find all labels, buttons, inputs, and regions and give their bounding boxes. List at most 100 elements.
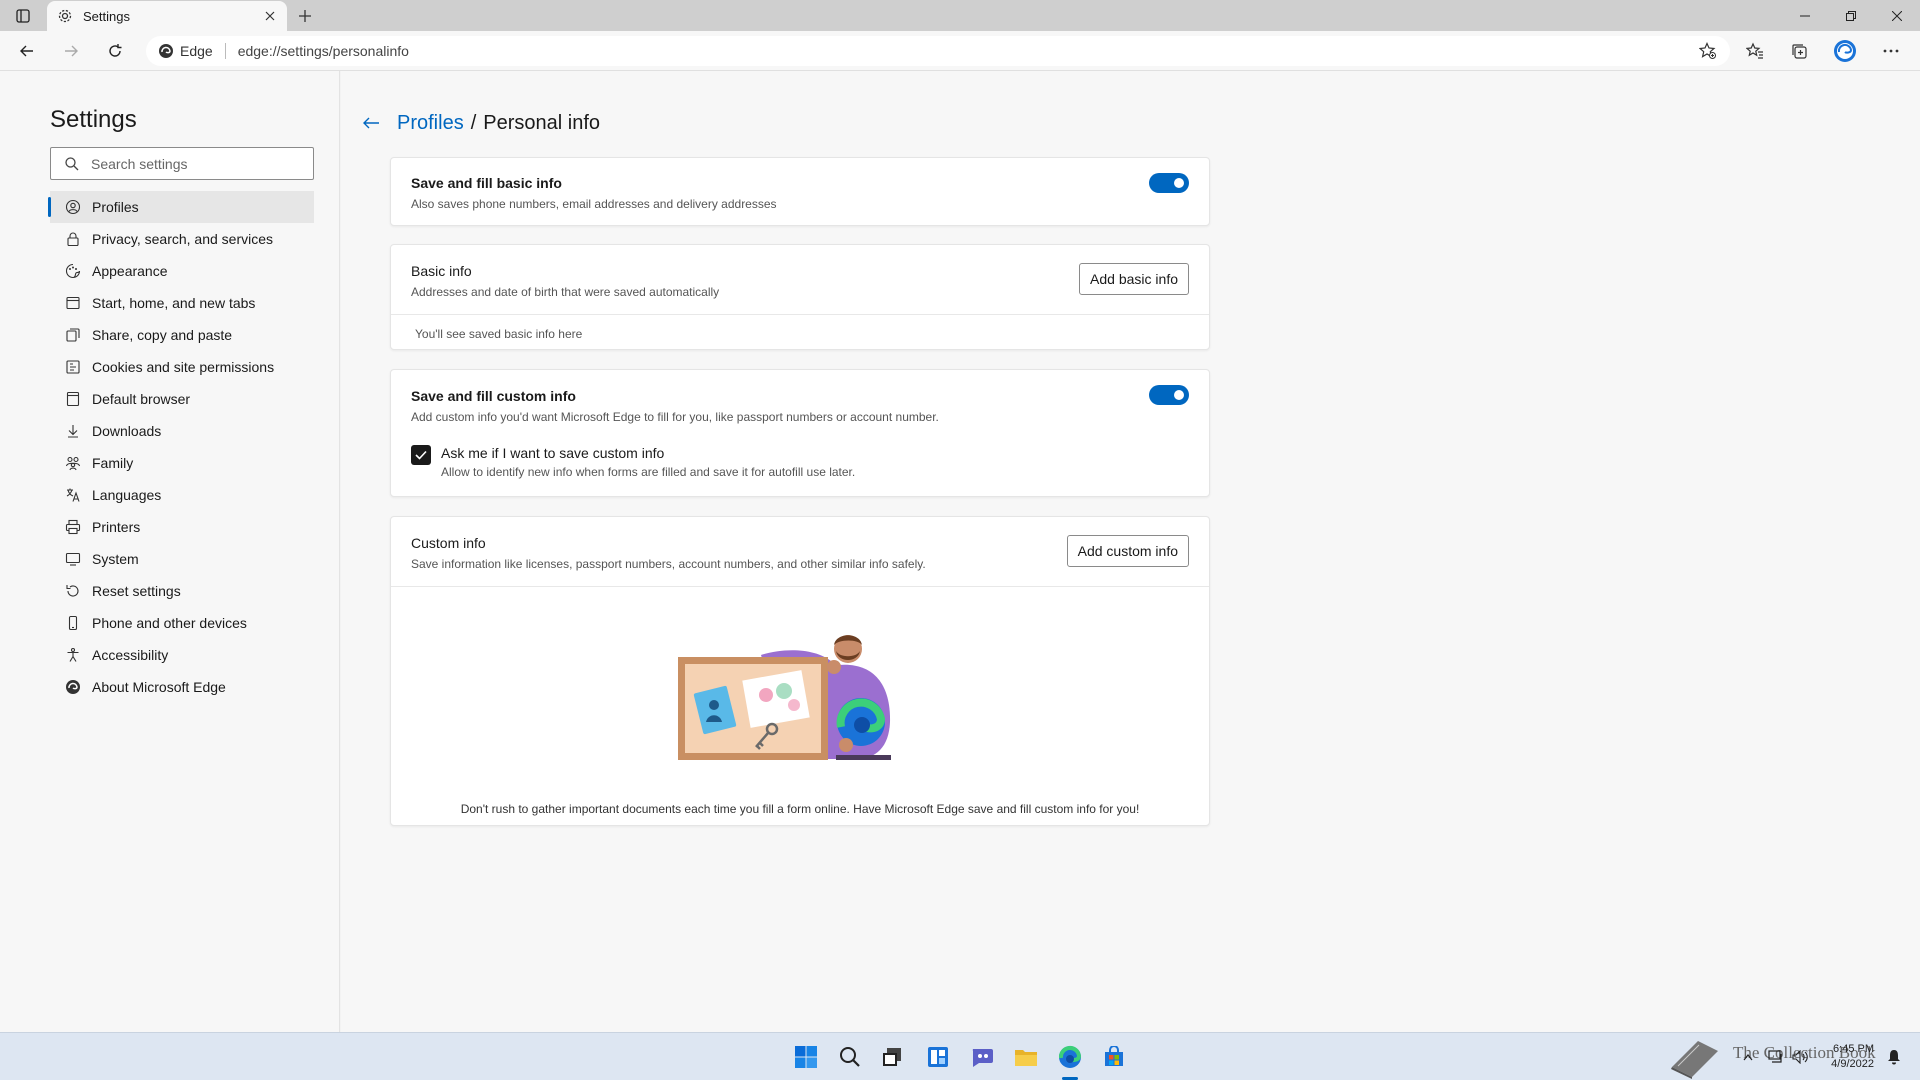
save-basic-info-card: Save and fill basic info Also saves phon… bbox=[390, 157, 1210, 226]
sidebar-item-start-home[interactable]: Start, home, and new tabs bbox=[50, 287, 314, 319]
save-custom-info-title: Save and fill custom info bbox=[411, 388, 576, 404]
sidebar-item-label: Share, copy and paste bbox=[92, 327, 233, 343]
sidebar-item-cookies[interactable]: Cookies and site permissions bbox=[50, 351, 314, 383]
task-view-icon[interactable] bbox=[878, 1043, 906, 1071]
minimize-icon[interactable] bbox=[1782, 0, 1828, 31]
breadcrumb-separator: / bbox=[470, 111, 477, 134]
custom-info-illustration bbox=[676, 627, 926, 762]
edge-taskbar-icon[interactable] bbox=[1056, 1043, 1084, 1071]
url-text[interactable]: edge://settings/personalinfo bbox=[238, 43, 409, 59]
restore-icon[interactable] bbox=[1828, 0, 1874, 31]
sidebar-item-label: Reset settings bbox=[92, 583, 181, 599]
sidebar-item-downloads[interactable]: Downloads bbox=[50, 415, 314, 447]
sidebar-item-languages[interactable]: Languages bbox=[50, 479, 314, 511]
back-arrow-icon[interactable] bbox=[12, 37, 42, 65]
sidebar-item-label: Downloads bbox=[92, 423, 162, 439]
save-custom-info-toggle[interactable] bbox=[1149, 385, 1189, 405]
sidebar-item-reset[interactable]: Reset settings bbox=[50, 575, 314, 607]
save-basic-info-toggle[interactable] bbox=[1149, 173, 1189, 193]
page-title: Personal info bbox=[483, 111, 601, 134]
clock-time[interactable]: 6:45 PM bbox=[1818, 1043, 1874, 1055]
search-box[interactable] bbox=[50, 147, 314, 180]
custom-info-footer: Don't rush to gather important documents… bbox=[460, 802, 1140, 816]
close-window-icon[interactable] bbox=[1874, 0, 1920, 31]
appearance-icon bbox=[64, 262, 82, 280]
back-arrow-icon[interactable] bbox=[359, 111, 383, 135]
search-icon bbox=[65, 156, 79, 171]
volume-icon[interactable] bbox=[1790, 1043, 1810, 1071]
save-custom-info-desc: Add custom info you'd want Microsoft Edg… bbox=[411, 410, 939, 424]
sidebar-item-share[interactable]: Share, copy and paste bbox=[50, 319, 314, 351]
widgets-icon[interactable] bbox=[924, 1043, 952, 1071]
add-basic-info-button[interactable]: Add basic info bbox=[1079, 263, 1189, 295]
sidebar-item-label: System bbox=[92, 551, 139, 567]
new-tab-icon[interactable] bbox=[294, 5, 316, 27]
favorites-icon[interactable] bbox=[1740, 37, 1770, 65]
tab-title: Settings bbox=[83, 8, 130, 24]
sidebar-item-label: Printers bbox=[92, 519, 141, 535]
sidebar-item-phone[interactable]: Phone and other devices bbox=[50, 607, 314, 639]
edge-logo-icon bbox=[64, 678, 82, 696]
sidebar-item-printers[interactable]: Printers bbox=[50, 511, 314, 543]
sidebar-item-privacy[interactable]: Privacy, search, and services bbox=[50, 223, 314, 255]
collections-icon[interactable] bbox=[1784, 37, 1814, 65]
custom-info-desc: Save information like licenses, passport… bbox=[411, 557, 926, 571]
card-divider bbox=[391, 314, 1209, 315]
save-custom-info-card: Save and fill custom info Add custom inf… bbox=[390, 369, 1210, 497]
sidebar-item-appearance[interactable]: Appearance bbox=[50, 255, 314, 287]
search-input[interactable] bbox=[91, 155, 291, 172]
store-icon[interactable] bbox=[1100, 1043, 1128, 1071]
family-icon bbox=[64, 454, 82, 472]
save-basic-info-title: Save and fill basic info bbox=[411, 175, 562, 191]
share-icon bbox=[64, 326, 82, 344]
browser-tab[interactable]: Settings bbox=[47, 1, 287, 31]
home-icon bbox=[64, 294, 82, 312]
taskbar-search-icon[interactable] bbox=[836, 1043, 864, 1071]
book-watermark-icon bbox=[1668, 1037, 1722, 1079]
gear-icon bbox=[57, 8, 73, 24]
notification-icon[interactable] bbox=[1884, 1043, 1904, 1071]
sidebar-item-label: Languages bbox=[92, 487, 162, 503]
address-bar[interactable]: Edge edge://settings/personalinfo bbox=[146, 36, 1730, 66]
sidebar-item-label: Privacy, search, and services bbox=[92, 231, 274, 247]
tab-actions-icon[interactable] bbox=[12, 6, 34, 26]
breadcrumb: Profiles / Personal info bbox=[359, 111, 600, 135]
settings-main: Profiles / Personal info Save and fill b… bbox=[341, 71, 1920, 1032]
file-explorer-icon[interactable] bbox=[1012, 1043, 1040, 1071]
sidebar-item-about[interactable]: About Microsoft Edge bbox=[50, 671, 314, 703]
sidebar-item-system[interactable]: System bbox=[50, 543, 314, 575]
sidebar-item-profiles[interactable]: Profiles bbox=[48, 191, 314, 223]
ask-save-custom-label[interactable]: Ask me if I want to save custom info bbox=[441, 445, 855, 461]
browser-toolbar: Edge edge://settings/personalinfo bbox=[0, 31, 1920, 71]
clock-date[interactable]: 4/9/2022 bbox=[1818, 1058, 1874, 1070]
download-icon bbox=[64, 422, 82, 440]
sidebar-item-label: Profiles bbox=[92, 199, 139, 215]
profile-icon bbox=[64, 198, 82, 216]
ask-save-custom-desc: Allow to identify new info when forms ar… bbox=[441, 465, 856, 479]
chat-icon[interactable] bbox=[968, 1043, 996, 1071]
network-icon[interactable] bbox=[1766, 1043, 1786, 1071]
ask-save-custom-checkbox[interactable] bbox=[411, 445, 431, 465]
printer-icon bbox=[64, 518, 82, 536]
add-custom-info-button[interactable]: Add custom info bbox=[1066, 535, 1189, 567]
show-hidden-icons[interactable] bbox=[1740, 1043, 1756, 1071]
sidebar-item-default-browser[interactable]: Default browser bbox=[50, 383, 314, 415]
browser-icon bbox=[64, 390, 82, 408]
forward-arrow-icon[interactable] bbox=[56, 37, 86, 65]
more-options-icon[interactable] bbox=[1876, 37, 1906, 65]
settings-title: Settings bbox=[50, 106, 137, 133]
profile-avatar[interactable] bbox=[1830, 37, 1860, 65]
basic-info-title: Basic info bbox=[411, 263, 472, 279]
breadcrumb-profiles-link[interactable]: Profiles bbox=[397, 112, 464, 135]
refresh-icon[interactable] bbox=[100, 37, 130, 65]
card-divider bbox=[391, 586, 1209, 587]
phone-icon bbox=[64, 614, 82, 632]
system-icon bbox=[64, 550, 82, 568]
sidebar-item-label: Phone and other devices bbox=[92, 615, 247, 631]
close-tab-icon[interactable] bbox=[261, 7, 279, 25]
title-bar: Settings bbox=[0, 0, 1920, 31]
add-favorite-icon[interactable] bbox=[1698, 41, 1718, 61]
sidebar-item-accessibility[interactable]: Accessibility bbox=[50, 639, 314, 671]
windows-start-icon[interactable] bbox=[792, 1043, 820, 1071]
sidebar-item-family[interactable]: Family bbox=[50, 447, 314, 479]
